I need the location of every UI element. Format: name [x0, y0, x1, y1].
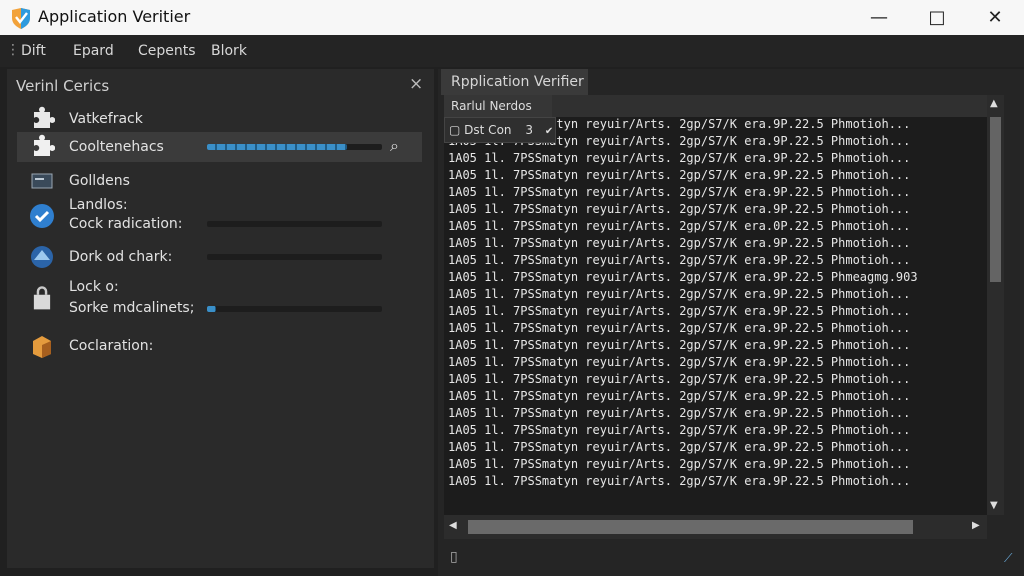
progress-fill: [207, 306, 216, 312]
menu-cepents[interactable]: Cepents: [138, 43, 196, 59]
item-sublabel: Cock radication:: [69, 216, 183, 232]
log-row[interactable]: 1A05 1l. 7PSSmatyn reyuir/Arts. 2gp/S7/K…: [448, 168, 910, 182]
network-icon: [31, 246, 53, 268]
left-panel-title: Verinl Cerics: [16, 77, 110, 95]
menu-bar: ⋮ Dift Epard Cepents Blork: [0, 35, 1024, 67]
log-row[interactable]: 1A05 1l. 7PSSmatyn reyuir/Arts. 2gp/S7/K…: [448, 321, 910, 335]
list-item-golldens[interactable]: Golldens: [17, 167, 422, 195]
vertical-scroll-thumb[interactable]: [990, 117, 1001, 282]
app-shield-icon: [12, 8, 30, 29]
filter-dropdown[interactable]: ▢ Dst Con 3 ✔: [444, 117, 556, 143]
log-row[interactable]: 1A05 1l. 7PSSmatyn reyuir/Arts. 2gp/S7/K…: [448, 474, 910, 488]
puzzle-icon: [34, 106, 55, 128]
progress-bar: [207, 144, 382, 150]
list-item-coclaration[interactable]: Coclaration:: [17, 331, 422, 363]
checkmark-icon: [30, 204, 54, 228]
log-row[interactable]: 1A05 1l. 7PSSmatyn reyuir/Arts. 2gp/S7/K…: [448, 270, 918, 284]
subheader: Rarlul Nerdos: [444, 95, 987, 117]
log-row[interactable]: 1A05 1l. 7PSSmatyn reyuir/Arts. 2gp/S7/K…: [448, 440, 910, 454]
log-row[interactable]: 1A05 1l. 7PSSmatyn reyuir/Arts. 2gp/S7/K…: [448, 185, 910, 199]
scroll-down-icon[interactable]: ▼: [990, 500, 998, 511]
window-title: Application Veritier: [38, 7, 191, 26]
item-label: Cooltenehacs: [69, 139, 164, 155]
lock-icon: [33, 286, 51, 310]
box-icon: [33, 336, 51, 358]
progress-bar: [207, 306, 382, 312]
scroll-up-icon[interactable]: ▲: [990, 98, 998, 109]
menu-blork[interactable]: Blork: [211, 43, 247, 59]
menu-epard[interactable]: Epard: [73, 43, 114, 59]
vertical-scrollbar[interactable]: ▲ ▼: [987, 95, 1004, 515]
log-row[interactable]: 1A05 1l. 7PSSmatyn reyuir/Arts. 2gp/S7/K…: [448, 253, 910, 267]
progress-bar: [207, 254, 382, 260]
chevron-down-icon: ✔: [544, 126, 554, 137]
log-row[interactable]: 1A05 1l. 7PSSmatyn reyuir/Arts. 2gp/S7/K…: [448, 338, 910, 352]
log-row[interactable]: 1A05 1l. 7PSSmatyn reyuir/Arts. 2gp/S7/K…: [448, 304, 910, 318]
dropdown-value: 3: [525, 123, 533, 137]
minimize-icon: —: [870, 7, 888, 28]
menu-grip-icon: ⋮: [6, 42, 20, 58]
left-panel: Verinl Cerics × Vatkefrack Cooltenehacs …: [7, 69, 434, 568]
dropdown-label: Dst Con: [464, 123, 512, 137]
item-sublabel: Sorke mdcalinets;: [69, 300, 195, 316]
item-label: Coclaration:: [69, 338, 154, 354]
maximize-button[interactable]: □: [908, 0, 966, 35]
log-row[interactable]: 1A05 1l. 7PSSmatyn reyuir/Arts. 2gp/S7/K…: [448, 355, 910, 369]
log-row[interactable]: 1A05 1l. 7PSSmatyn reyuir/Arts. 2gp/S7/K…: [448, 287, 910, 301]
progress-bar: [207, 221, 382, 227]
list-item-lock-o[interactable]: Lock o: Sorke mdcalinets;: [17, 277, 422, 323]
list-item-vatkefrack[interactable]: Vatkefrack: [17, 105, 422, 133]
item-label: Dork od chark:: [69, 249, 173, 265]
panel-icon[interactable]: ▯: [450, 549, 470, 569]
menu-dift[interactable]: Dift: [21, 43, 46, 59]
title-bar: Application Veritier — □ ✕: [0, 0, 1024, 35]
log-row[interactable]: 1A05 1l. 7PSSmatyn reyuir/Arts. 2gp/S7/K…: [448, 389, 910, 403]
monitor-icon: [31, 173, 53, 189]
log-row[interactable]: 1A05 1l. 7PSSmatyn reyuir/Arts. 2gp/S7/K…: [448, 202, 910, 216]
item-label: Golldens: [69, 173, 130, 189]
log-row[interactable]: 1A05 1l. 7PSSmatyn reyuir/Arts. 2gp/S7/K…: [448, 219, 910, 233]
log-row[interactable]: 1A05 1l. 7PSSmatyn reyuir/Arts. 2gp/S7/K…: [448, 423, 910, 437]
tab-application-verifier[interactable]: Rpplication Verifier: [441, 69, 588, 95]
dropdown-checkbox-icon: ▢: [449, 123, 461, 137]
log-row[interactable]: 1A05 1l. 7PSSmatyn reyuir/Arts. 2gp/S7/K…: [448, 151, 910, 165]
maximize-icon: □: [928, 7, 946, 28]
list-item-dork-od-chark[interactable]: Dork od chark:: [17, 243, 422, 271]
close-window-button[interactable]: ✕: [966, 0, 1024, 35]
puzzle-icon: [34, 134, 55, 156]
scroll-right-icon[interactable]: ▶: [972, 520, 980, 531]
panel-close-button[interactable]: ×: [409, 74, 423, 94]
log-row[interactable]: 1A05 1l. 7PSSmatyn reyuir/Arts. 2gp/S7/K…: [448, 406, 910, 420]
minimize-button[interactable]: —: [850, 0, 908, 35]
search-icon[interactable]: ⌕: [390, 136, 399, 156]
list-item-landlos[interactable]: Landlos: Cock radication:: [17, 195, 422, 237]
log-row[interactable]: 1A05 1l. 7PSSmatyn reyuir/Arts. 2gp/S7/K…: [448, 236, 910, 250]
item-label: Landlos:: [69, 197, 128, 213]
item-label: Lock o:: [69, 279, 119, 295]
scroll-left-icon[interactable]: ◀: [449, 520, 457, 531]
log-list[interactable]: 1A05 1l. 7PSSmatyn reyuir/Arts. 2gp/S7/K…: [444, 117, 987, 515]
log-row[interactable]: 1A05 1l. 7PSSmatyn reyuir/Arts. 2gp/S7/K…: [448, 372, 910, 386]
item-label: Vatkefrack: [69, 111, 143, 127]
list-item-cooltenehacs[interactable]: Cooltenehacs ⌕: [17, 132, 422, 162]
resize-grip-icon[interactable]: ⟋: [1004, 551, 1016, 565]
progress-fill: [207, 144, 347, 150]
horizontal-scroll-thumb[interactable]: [468, 520, 913, 534]
right-panel: Rpplication Verifier Rarlul Nerdos 1A05 …: [438, 69, 1024, 576]
horizontal-scrollbar[interactable]: ◀ ▶: [444, 515, 987, 539]
log-row[interactable]: 1A05 1l. 7PSSmatyn reyuir/Arts. 2gp/S7/K…: [448, 457, 910, 471]
subtab-rarlul-nerdos[interactable]: Rarlul Nerdos: [444, 95, 552, 117]
close-icon: ✕: [987, 7, 1003, 28]
